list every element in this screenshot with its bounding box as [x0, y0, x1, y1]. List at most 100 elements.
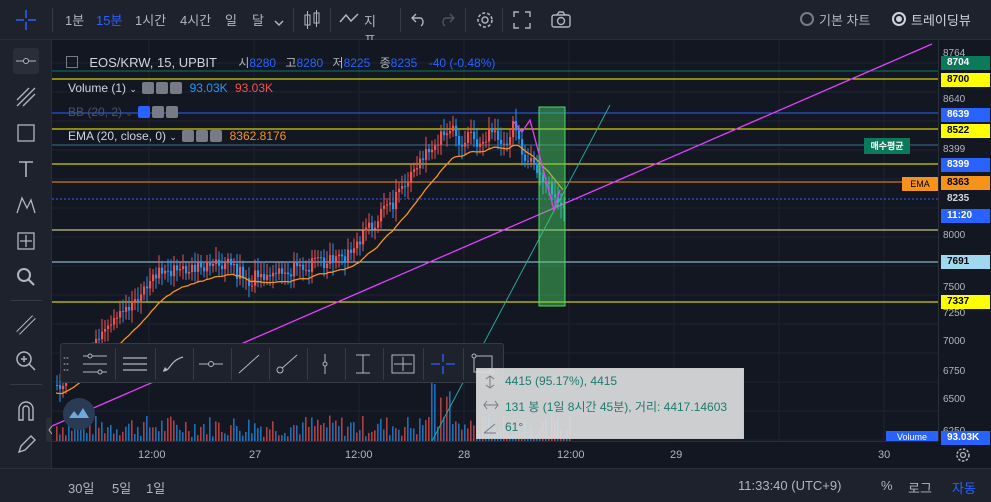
chevron-down-icon[interactable]: ⌄	[125, 108, 133, 118]
ema-label: EMA (20, close, 0)	[68, 129, 167, 143]
interval-15m[interactable]: 15분	[96, 10, 122, 29]
candle-body	[248, 278, 251, 286]
volume-bar	[308, 426, 310, 441]
candle-body	[206, 261, 209, 272]
settings-icon[interactable]	[196, 130, 209, 142]
eye-off-icon[interactable]	[138, 106, 151, 118]
price-tick-label: 8399	[943, 144, 966, 155]
chevron-down-icon[interactable]: ⌄	[129, 84, 137, 94]
percent-toggle[interactable]: %	[881, 478, 893, 493]
candle-body	[365, 227, 368, 231]
horizontal-ray-tool-icon[interactable]	[13, 48, 39, 74]
auto-toggle[interactable]: 자동	[952, 478, 976, 497]
range-5d[interactable]: 5일	[112, 478, 131, 497]
close-icon[interactable]	[210, 130, 223, 142]
candle-body	[470, 131, 473, 133]
basic-chart-radio[interactable]	[800, 12, 814, 26]
tradingview-radio[interactable]	[892, 12, 906, 26]
ruler-icon[interactable]	[13, 312, 39, 338]
prediction-tool-icon[interactable]	[13, 228, 39, 254]
range-1d[interactable]: 1일	[146, 478, 165, 497]
volume-bar	[404, 426, 406, 441]
price-range-icon[interactable]	[349, 350, 377, 378]
collapse-legend-icon[interactable]	[66, 56, 78, 68]
volume-bar	[92, 434, 94, 441]
fib-retracement-icon[interactable]	[81, 350, 109, 378]
crosshair-menu-icon[interactable]	[14, 8, 38, 32]
candle-body	[104, 329, 107, 332]
crosshair-icon[interactable]	[429, 350, 457, 378]
measure-angle: 61°	[505, 420, 524, 434]
candle-body	[158, 267, 161, 279]
price-level-badge: 7691	[941, 255, 990, 269]
price-tick-label: 8640	[943, 94, 966, 105]
camera-icon[interactable]	[550, 10, 572, 35]
undo-icon[interactable]	[410, 11, 428, 32]
close-icon[interactable]	[166, 106, 179, 118]
basic-chart-label[interactable]: 기본 차트	[819, 10, 870, 29]
candle-body	[485, 141, 488, 143]
zoom-in-icon[interactable]	[13, 348, 39, 374]
fib-tool-icon[interactable]	[13, 84, 39, 110]
candle-body	[392, 202, 395, 210]
brush-icon[interactable]	[159, 350, 187, 378]
candle-body	[182, 266, 185, 270]
date-price-range-icon[interactable]	[389, 350, 417, 378]
pattern-tool-icon[interactable]	[13, 192, 39, 218]
fullscreen-icon[interactable]	[512, 10, 532, 35]
chevron-down-icon[interactable]: ⌄	[169, 132, 177, 142]
price-axis[interactable]: 8764864083998000750072507000675065006250…	[938, 40, 991, 445]
interval-day[interactable]: 일	[225, 10, 237, 29]
candle-body	[368, 222, 371, 228]
pencil-lock-icon[interactable]	[13, 432, 39, 458]
high-label: 고	[285, 56, 297, 70]
eye-icon[interactable]	[142, 82, 155, 94]
time-tick-label: 12:00	[557, 449, 585, 461]
settings-gear-icon[interactable]	[954, 446, 972, 469]
tradingview-logo-icon[interactable]	[63, 398, 95, 430]
drag-handle-icon[interactable]	[63, 356, 69, 372]
volume-bar	[290, 427, 292, 441]
redo-icon[interactable]	[438, 11, 456, 32]
volume-bar	[62, 427, 64, 441]
gear-icon[interactable]	[474, 9, 496, 36]
settings-icon[interactable]	[152, 106, 165, 118]
interval-4h[interactable]: 4시간	[180, 10, 211, 29]
time-axis[interactable]: 12:00 27 12:00 28 12:00 29 30	[52, 441, 938, 468]
ray-icon[interactable]	[273, 350, 301, 378]
volume-bar	[440, 397, 442, 441]
volume-bar	[209, 417, 211, 441]
tradingview-label[interactable]: 트레이딩뷰	[911, 10, 971, 29]
separator	[330, 8, 331, 32]
magnet-icon[interactable]	[13, 398, 39, 424]
candle-body	[284, 272, 287, 274]
candle-body	[509, 137, 512, 145]
candle-body	[143, 286, 146, 295]
rectangle-tool-icon[interactable]	[13, 120, 39, 146]
low-label: 저	[332, 56, 344, 70]
interval-month[interactable]: 달	[252, 10, 264, 29]
candles-icon[interactable]	[302, 9, 322, 36]
interval-1h[interactable]: 1시간	[135, 10, 166, 29]
log-toggle[interactable]: 로그	[908, 478, 932, 497]
horizontal-line-icon[interactable]	[197, 350, 225, 378]
search-icon[interactable]	[13, 264, 39, 290]
volume-bar	[371, 431, 373, 441]
candle-body	[383, 205, 386, 209]
close-icon[interactable]	[170, 82, 183, 94]
interval-1m[interactable]: 1분	[65, 10, 84, 29]
candle-body	[407, 182, 410, 187]
vertical-line-icon[interactable]	[311, 350, 339, 378]
trend-line-icon[interactable]	[235, 350, 263, 378]
settings-icon[interactable]	[156, 82, 169, 94]
ema-legend: EMA (20, close, 0) ⌄ 8362.8176	[68, 129, 286, 143]
chevron-down-icon[interactable]	[274, 14, 284, 32]
range-30d[interactable]: 30일	[68, 478, 94, 497]
text-tool-icon[interactable]	[13, 156, 39, 182]
candle-body	[482, 141, 485, 144]
candle-body	[314, 258, 317, 260]
eye-icon[interactable]	[182, 130, 195, 142]
parallel-channel-icon[interactable]	[121, 350, 149, 378]
candle-body	[431, 149, 434, 153]
candle-body	[356, 241, 359, 249]
